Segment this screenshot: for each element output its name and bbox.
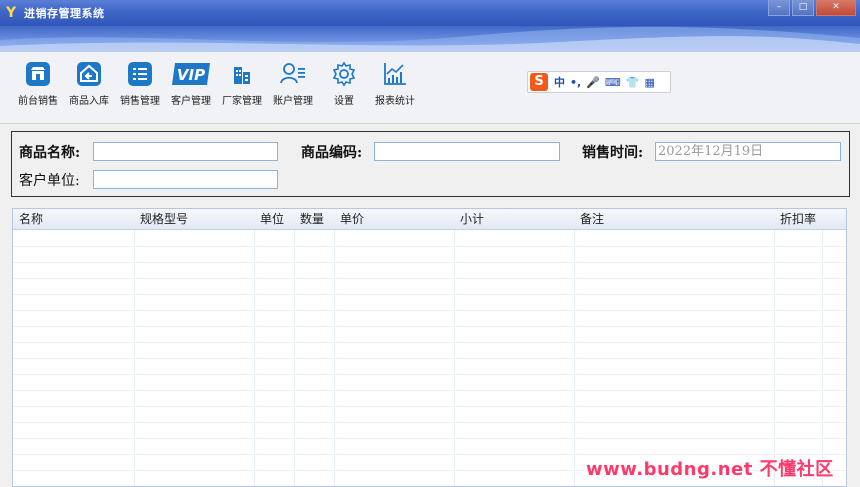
gear-icon [330, 60, 358, 88]
maximize-button[interactable]: □ [792, 0, 814, 16]
toolbar-item-customer-management[interactable]: VIP 客户管理 [166, 60, 216, 107]
column-header-remark[interactable]: 备注 [574, 209, 604, 230]
column-header-subtotal[interactable]: 小计 [454, 209, 484, 230]
grid-row-line [13, 390, 846, 391]
toolbar-item-settings[interactable]: 设置 [319, 60, 369, 107]
ime-toolbox-icon[interactable]: ▦ [645, 76, 655, 89]
toolbar-label: 厂家管理 [222, 96, 262, 107]
warehouse-in-icon [75, 60, 103, 88]
title-bar[interactable]: Y 进销存管理系统 – □ ✕ [0, 0, 860, 26]
toolbar-label: 销售管理 [120, 96, 160, 107]
storefront-icon [24, 60, 52, 88]
sales-grid[interactable]: 名称 规格型号 单位 数量 单价 小计 备注 折扣率 [12, 208, 847, 487]
grid-row-line [13, 406, 846, 407]
toolbar-label: 客户管理 [171, 96, 211, 107]
customer-label: 客户单位: [19, 173, 80, 189]
main-toolbar: 前台销售 商品入库 销售管理 VIP 客户管理 厂家管理 账户管理 设置 报表统… [0, 52, 860, 124]
ime-toolbar[interactable]: S 中 •, 🎤 ⌨ 👕 ▦ [527, 71, 671, 93]
grid-row-line [13, 278, 846, 279]
toolbar-label: 报表统计 [375, 96, 415, 107]
column-header-unit[interactable]: 单位 [254, 209, 284, 230]
window-controls: – □ ✕ [766, 0, 856, 16]
grid-row-line [13, 438, 846, 439]
column-header-name[interactable]: 名称 [13, 209, 43, 230]
grid-row-line [13, 342, 846, 343]
toolbar-item-sales-management[interactable]: 销售管理 [115, 60, 165, 107]
product-code-input[interactable] [374, 142, 560, 161]
list-icon [126, 60, 154, 88]
ime-keyboard-icon[interactable]: ⌨ [605, 76, 621, 89]
ime-punctuation-icon[interactable]: •, [570, 76, 581, 89]
toolbar-label: 商品入库 [69, 96, 109, 107]
grid-header: 名称 规格型号 单位 数量 单价 小计 备注 折扣率 [13, 209, 846, 230]
chart-icon [381, 60, 409, 88]
grid-row-line [13, 374, 846, 375]
ime-chinese-mode[interactable]: 中 [554, 74, 565, 90]
building-icon [228, 60, 256, 88]
customer-input[interactable] [93, 170, 278, 189]
ime-skin-icon[interactable]: 👕 [626, 76, 640, 89]
toolbar-item-manufacturer-management[interactable]: 厂家管理 [217, 60, 267, 107]
toolbar-label: 设置 [334, 96, 354, 107]
product-name-input[interactable] [93, 142, 278, 161]
window-title: 进销存管理系统 [24, 7, 105, 20]
vip-text: VIP [177, 66, 205, 84]
grid-row-line [13, 422, 846, 423]
product-name-label: 商品名称: [19, 145, 81, 161]
toolbar-label: 前台销售 [18, 96, 58, 107]
close-button[interactable]: ✕ [816, 0, 856, 16]
grid-row-line [13, 246, 846, 247]
toolbar-item-stock-in[interactable]: 商品入库 [64, 60, 114, 107]
grid-row-line [13, 358, 846, 359]
vip-icon: VIP [171, 60, 211, 88]
app-logo-icon: Y [6, 5, 17, 21]
toolbar-item-front-sales[interactable]: 前台销售 [13, 60, 63, 107]
column-header-quantity[interactable]: 数量 [294, 209, 324, 230]
sogou-logo-icon: S [530, 73, 548, 91]
product-code-label: 商品编码: [301, 145, 363, 161]
column-header-discount[interactable]: 折扣率 [774, 209, 816, 230]
column-header-price[interactable]: 单价 [334, 209, 364, 230]
grid-row-line [13, 310, 846, 311]
minimize-button[interactable]: – [768, 0, 790, 16]
search-form: 商品名称: 商品编码: 销售时间: 2022年12月19日 客户单位: [11, 131, 850, 197]
column-header-spec[interactable]: 规格型号 [134, 209, 188, 230]
grid-row-line [13, 294, 846, 295]
header-decoration [0, 26, 860, 52]
grid-row-line [13, 262, 846, 263]
wave-graphic [0, 26, 860, 52]
ime-microphone-icon[interactable]: 🎤 [586, 76, 600, 89]
toolbar-item-reports[interactable]: 报表统计 [370, 60, 420, 107]
sale-time-input[interactable]: 2022年12月19日 [655, 142, 841, 161]
site-watermark: www.budng.net 不懂社区 [586, 459, 834, 480]
sale-time-label: 销售时间: [582, 145, 644, 161]
toolbar-item-account-management[interactable]: 账户管理 [268, 60, 318, 107]
grid-row-line [13, 326, 846, 327]
toolbar-label: 账户管理 [273, 96, 313, 107]
user-list-icon [279, 60, 307, 88]
